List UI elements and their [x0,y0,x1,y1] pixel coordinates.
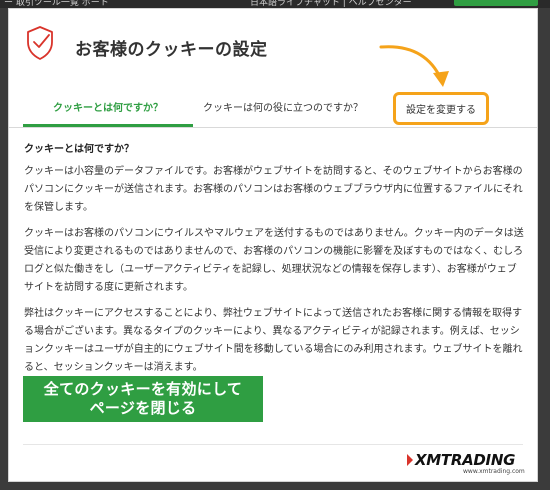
tab-bar: クッキーとは何ですか？ クッキーは何の役に立つのですか？ 設定を変更する [9,91,537,128]
xmtrading-logo: XMTRADING www.xmtrading.com [407,451,527,479]
shield-check-icon [27,26,53,60]
content-heading: クッキーとは何ですか？ [24,144,134,155]
footer-divider [23,444,523,445]
content-paragraph-2: クッキーはお客様のパソコンにウイルスやマルウェアを送付するものではありません。ク… [24,228,524,293]
content-area: クッキーとは何ですか？ クッキーは小容量のデータファイルです。お客様がウェブサイ… [24,141,526,385]
background-help-text: 日本語ライブチャット | ヘルプセンター [250,0,412,8]
logo-url: www.xmtrading.com [463,468,525,475]
pointer-arrow-icon [379,45,449,87]
modal-title: お客様のクッキーの設定 [75,40,268,60]
content-paragraph-3: 弊社はクッキーにアクセスすることにより、弊社ウェブサイトによって送信されたお客様… [24,308,523,373]
tab-what-are-cookies-for[interactable]: クッキーは何の役に立つのですか？ [193,91,373,127]
background-nav-text: ー 取引ツール一覧 ポート [4,0,109,8]
logo-wordmark: XMTRADING [415,451,516,469]
accept-all-cookies-button[interactable]: 全てのクッキーを有効にしてページを閉じる [23,376,263,422]
content-paragraph-1: クッキーは小容量のデータファイルです。お客様がウェブサイトを訪問すると、そのウェ… [24,166,523,213]
tab-what-are-cookies[interactable]: クッキーとは何ですか？ [23,91,193,127]
tab-change-settings[interactable]: 設定を変更する [393,92,489,125]
background-button [454,0,538,6]
cookie-settings-modal: お客様のクッキーの設定 クッキーとは何ですか？ クッキーは何の役に立つのですか？… [8,8,538,482]
accept-all-cookies-label: 全てのクッキーを有効にしてページを閉じる [43,380,243,417]
background-topbar: ー 取引ツール一覧 ポート 日本語ライブチャット | ヘルプセンター [0,0,550,8]
